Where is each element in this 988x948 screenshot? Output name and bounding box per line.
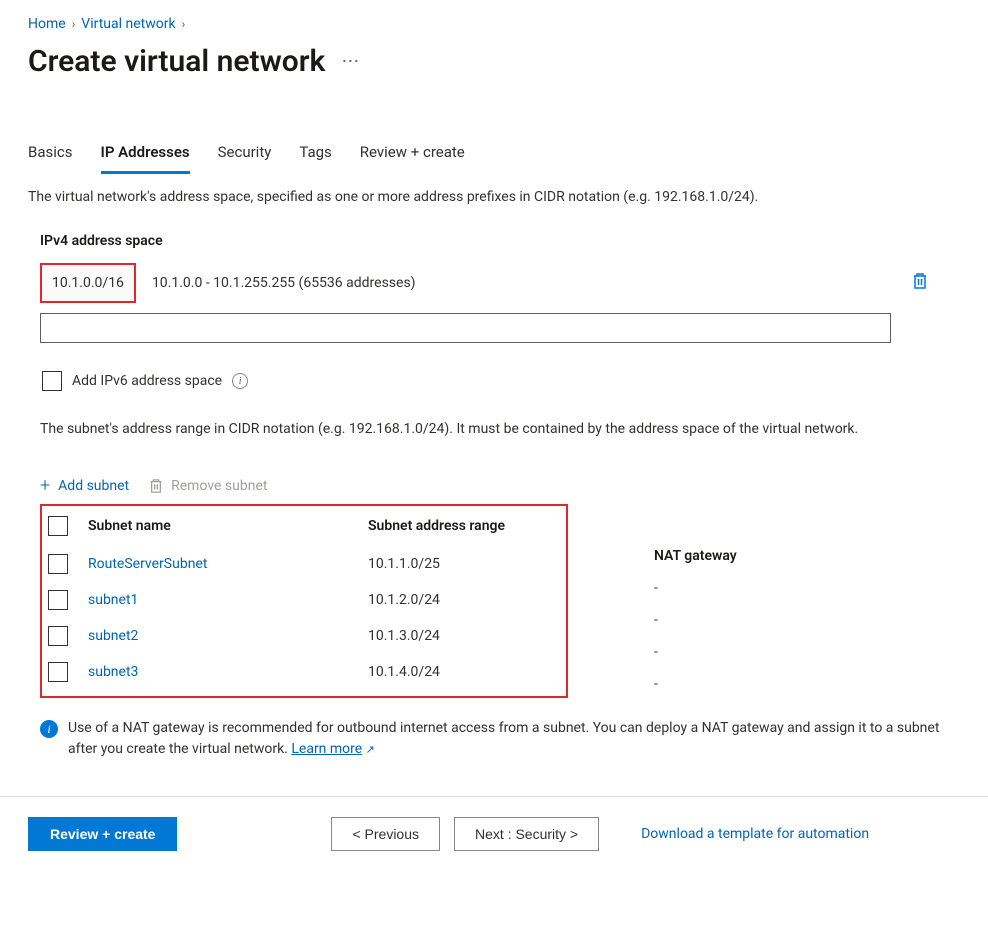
subnet-range: 10.1.3.0/24	[368, 628, 560, 644]
row-checkbox[interactable]	[48, 590, 68, 610]
page-title: Create virtual network	[28, 44, 325, 79]
subnet-range: 10.1.1.0/25	[368, 556, 560, 572]
table-header: Subnet name Subnet address range	[42, 506, 566, 546]
subnet-name-link[interactable]: subnet3	[88, 664, 368, 680]
ipv6-checkbox[interactable]	[42, 371, 62, 391]
address-space-description: The virtual network's address space, spe…	[28, 189, 960, 205]
row-checkbox[interactable]	[48, 662, 68, 682]
previous-button[interactable]: < Previous	[331, 817, 440, 851]
breadcrumb: Home › Virtual network ›	[28, 16, 960, 32]
wizard-footer: Review + create < Previous Next : Securi…	[0, 817, 988, 871]
subnet-description: The subnet's address range in CIDR notat…	[40, 419, 960, 439]
remove-subnet-button: Remove subnet	[149, 478, 267, 494]
ipv4-range-text: 10.1.0.0 - 10.1.255.255 (65536 addresses…	[152, 275, 416, 291]
nat-banner-text: Use of a NAT gateway is recommended for …	[68, 720, 939, 757]
nat-value: -	[564, 572, 914, 604]
nat-column: NAT gateway - - - -	[564, 538, 914, 700]
chevron-right-icon: ›	[72, 17, 76, 31]
subnet-range: 10.1.4.0/24	[368, 664, 560, 680]
subnet-table-highlight: Subnet name Subnet address range RouteSe…	[40, 504, 568, 698]
table-row: subnet1 10.1.2.0/24	[42, 582, 566, 618]
subnet-name-link[interactable]: subnet2	[88, 628, 368, 644]
tab-ip-addresses[interactable]: IP Addresses	[101, 135, 190, 174]
tab-review-create[interactable]: Review + create	[360, 135, 465, 174]
table-row: RouteServerSubnet 10.1.1.0/25	[42, 546, 566, 582]
row-checkbox[interactable]	[48, 626, 68, 646]
nat-info-banner: i Use of a NAT gateway is recommended fo…	[40, 718, 960, 760]
next-button[interactable]: Next : Security >	[454, 817, 599, 851]
info-icon[interactable]: i	[232, 373, 248, 389]
breadcrumb-home[interactable]: Home	[28, 16, 66, 32]
nat-value: -	[564, 604, 914, 636]
header-subnet-name: Subnet name	[88, 518, 368, 534]
breadcrumb-vnet[interactable]: Virtual network	[81, 16, 175, 32]
ipv4-address-input[interactable]	[40, 313, 891, 343]
table-row: subnet3 10.1.4.0/24	[42, 654, 566, 690]
add-subnet-label: Add subnet	[58, 478, 129, 494]
tab-tags[interactable]: Tags	[299, 135, 331, 174]
header-nat: NAT gateway	[564, 538, 914, 572]
subnet-name-link[interactable]: RouteServerSubnet	[88, 556, 368, 572]
info-icon: i	[40, 720, 58, 738]
add-subnet-button[interactable]: + Add subnet	[40, 475, 129, 496]
chevron-right-icon: ›	[182, 17, 186, 31]
trash-icon	[149, 478, 163, 494]
more-actions-icon[interactable]: ⋯	[341, 51, 361, 72]
header-subnet-range: Subnet address range	[368, 518, 560, 534]
learn-more-link[interactable]: Learn more	[291, 741, 362, 757]
nat-value: -	[564, 668, 914, 700]
remove-subnet-label: Remove subnet	[171, 478, 267, 494]
tabs: Basics IP Addresses Security Tags Review…	[28, 135, 960, 175]
tab-security[interactable]: Security	[218, 135, 272, 174]
subnet-name-link[interactable]: subnet1	[88, 592, 368, 608]
ipv6-label: Add IPv6 address space	[72, 373, 222, 389]
review-create-button[interactable]: Review + create	[28, 817, 177, 851]
external-link-icon: ↗	[366, 743, 375, 756]
plus-icon: +	[40, 475, 50, 496]
subnet-range: 10.1.2.0/24	[368, 592, 560, 608]
nat-value: -	[564, 636, 914, 668]
ipv4-cidr-value[interactable]: 10.1.0.0/16	[40, 263, 136, 303]
select-all-checkbox[interactable]	[48, 516, 68, 536]
ipv4-label: IPv4 address space	[40, 233, 960, 249]
row-checkbox[interactable]	[48, 554, 68, 574]
tab-basics[interactable]: Basics	[28, 135, 73, 174]
download-template-link[interactable]: Download a template for automation	[641, 826, 869, 842]
delete-icon[interactable]	[912, 272, 928, 290]
table-row: subnet2 10.1.3.0/24	[42, 618, 566, 654]
